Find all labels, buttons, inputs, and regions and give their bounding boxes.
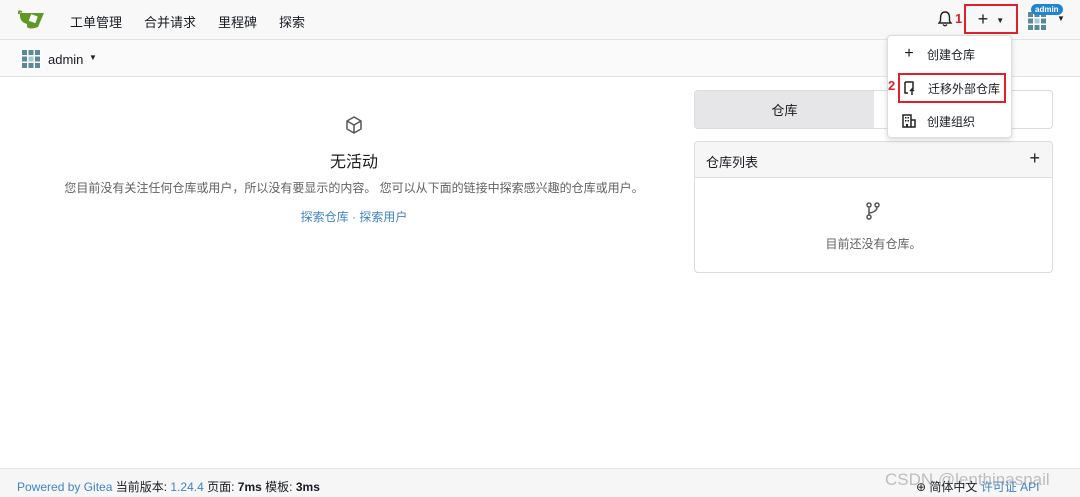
- powered-by-link[interactable]: Powered by Gitea: [17, 480, 112, 494]
- annotation-number-1: 1: [955, 11, 963, 26]
- explore-links: 探索仓库 · 探索用户: [0, 208, 708, 225]
- empty-feed-title: 无活动: [329, 154, 378, 171]
- page-time-value: 7ms: [237, 480, 262, 494]
- create-dropdown-button[interactable]: + ▼: [964, 4, 1018, 34]
- menu-item-label: 创建仓库: [927, 47, 976, 62]
- gitea-logo-icon[interactable]: [18, 8, 46, 32]
- repo-list-header: 仓库列表 +: [695, 142, 1052, 178]
- context-caret-down-icon[interactable]: ▼: [89, 53, 97, 62]
- caret-down-icon: ▼: [996, 15, 1005, 25]
- menu-item-new-org[interactable]: 创建组织: [888, 106, 1011, 136]
- template-time-value: 3ms: [295, 480, 320, 494]
- top-navbar: 工单管理 合并请求 里程碑 探索 1 + ▼ admin ▼: [0, 0, 1080, 40]
- explore-repos-link[interactable]: 探索仓库: [301, 210, 349, 224]
- repo-empty-text: 目前还没有仓库。: [825, 237, 922, 251]
- annotation-number-2: 2: [888, 78, 896, 93]
- repo-list-panel: 仓库列表 + 目前还没有仓库。: [694, 141, 1053, 273]
- notification-bell-icon[interactable]: [936, 10, 954, 28]
- plus-icon: +: [904, 45, 914, 62]
- empty-feed-description: 您目前没有关注任何仓库或用户，所以没有要显示的内容。 您可以从下面的链接中探索感…: [64, 181, 644, 195]
- version-link[interactable]: 1.24.4: [170, 480, 203, 494]
- context-user-avatar[interactable]: [20, 48, 42, 70]
- menu-item-migrate-repo[interactable]: 迁移外部仓库: [898, 73, 1006, 103]
- nav-pulls[interactable]: 合并请求: [144, 12, 196, 31]
- csdn-watermark: CSDN @lenthinasnail: [885, 470, 1050, 489]
- menu-item-label: 迁移外部仓库: [928, 81, 1001, 96]
- tab-repositories[interactable]: 仓库: [695, 91, 874, 128]
- page-time-label: 页面:: [203, 480, 238, 494]
- nav-issues[interactable]: 工单管理: [70, 12, 122, 31]
- template-time-label: 模板:: [261, 480, 296, 494]
- plus-icon: +: [977, 8, 989, 29]
- nav-explore[interactable]: 探索: [279, 12, 305, 31]
- package-icon: [346, 116, 362, 134]
- nav-milestones[interactable]: 里程碑: [218, 12, 257, 31]
- organization-icon: [902, 114, 916, 128]
- create-dropdown-menu: + 创建仓库 迁移外部仓库 创建组织: [887, 35, 1012, 138]
- link-separator: ·: [348, 210, 360, 224]
- repo-fork-icon: [866, 202, 880, 220]
- menu-item-new-repo[interactable]: + 创建仓库: [888, 39, 1011, 69]
- context-username[interactable]: admin: [48, 52, 83, 67]
- repo-list-title: 仓库列表: [706, 155, 759, 170]
- explore-users-link[interactable]: 探索用户: [359, 210, 407, 224]
- avatar-caret-down-icon[interactable]: ▼: [1057, 14, 1065, 23]
- menu-item-label: 创建组织: [927, 114, 976, 129]
- add-repo-plus-icon[interactable]: +: [1029, 148, 1040, 169]
- footer-info: Powered by Gitea 当前版本: 1.24.4 页面: 7ms 模板…: [17, 478, 320, 495]
- repo-push-icon: [904, 81, 915, 95]
- version-label: 当前版本:: [112, 480, 171, 494]
